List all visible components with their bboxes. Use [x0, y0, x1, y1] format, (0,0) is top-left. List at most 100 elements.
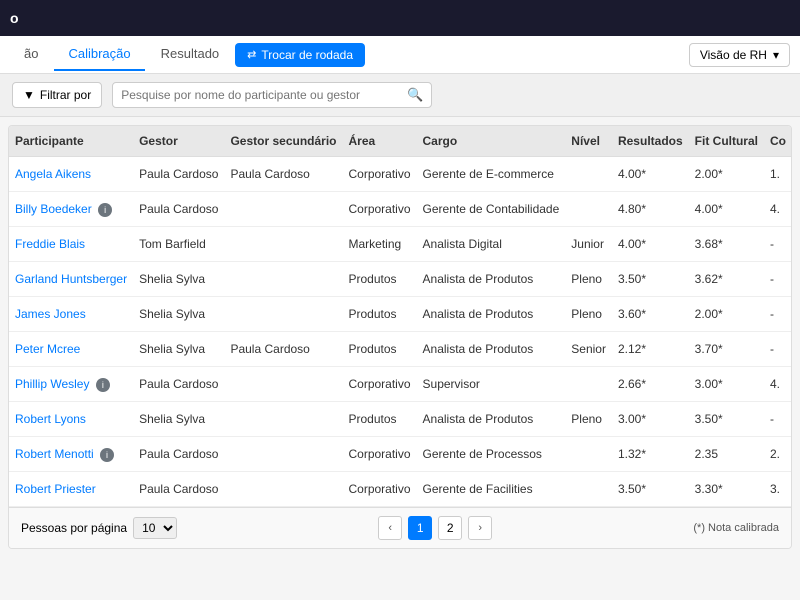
nivel-cell: [565, 367, 612, 402]
cargo-cell: Gerente de E-commerce: [417, 157, 566, 192]
col-header-cargo: Cargo: [417, 126, 566, 157]
fit-cell: 3.68*: [689, 227, 764, 262]
col-header-gestor: Gestor: [133, 126, 224, 157]
tab-calibracao[interactable]: Calibração: [54, 38, 144, 71]
fit-cell: 3.30*: [689, 472, 764, 507]
gestor-cell: Shelia Sylva: [133, 262, 224, 297]
search-icon: 🔍: [407, 87, 423, 103]
info-icon[interactable]: i: [96, 378, 110, 392]
pagination-bar: Pessoas por página 10 20 50 ‹ 1 2 › (*) …: [9, 507, 791, 548]
per-page-label: Pessoas por página: [21, 521, 127, 535]
gestor2-cell: [224, 227, 342, 262]
table-row: Billy Boedeker i Paula Cardoso Corporati…: [9, 192, 792, 227]
gestor-cell: Paula Cardoso: [133, 157, 224, 192]
tab-ao[interactable]: ão: [10, 38, 52, 71]
co-cell: -: [764, 297, 792, 332]
table-row: Robert Priester Paula Cardoso Corporativ…: [9, 472, 792, 507]
gestor2-cell: [224, 437, 342, 472]
co-cell: -: [764, 332, 792, 367]
area-cell: Produtos: [342, 297, 416, 332]
filtrar-button[interactable]: ▼ Filtrar por: [12, 82, 102, 108]
info-icon[interactable]: i: [100, 448, 114, 462]
co-cell: 2.: [764, 437, 792, 472]
resultados-cell: 1.32*: [612, 437, 689, 472]
search-input[interactable]: [121, 88, 407, 102]
area-cell: Marketing: [342, 227, 416, 262]
page-2-button[interactable]: 2: [438, 516, 462, 540]
gestor-cell: Paula Cardoso: [133, 437, 224, 472]
gestor-cell: Shelia Sylva: [133, 297, 224, 332]
nivel-cell: Senior: [565, 332, 612, 367]
cargo-cell: Supervisor: [417, 367, 566, 402]
participant-name[interactable]: Phillip Wesley: [15, 377, 89, 391]
participant-name[interactable]: Garland Huntsberger: [15, 272, 127, 286]
nivel-cell: [565, 192, 612, 227]
gestor2-cell: Paula Cardoso: [224, 332, 342, 367]
fit-cell: 3.00*: [689, 367, 764, 402]
fit-cell: 4.00*: [689, 192, 764, 227]
visao-dropdown[interactable]: Visão de RH ▾: [689, 43, 790, 67]
co-cell: 1.: [764, 157, 792, 192]
co-cell: -: [764, 227, 792, 262]
table-row: Freddie Blais Tom Barfield Marketing Ana…: [9, 227, 792, 262]
table-row: Angela Aikens Paula Cardoso Paula Cardos…: [9, 157, 792, 192]
tab-resultado[interactable]: Resultado: [147, 38, 234, 71]
nivel-cell: [565, 437, 612, 472]
gestor-cell: Shelia Sylva: [133, 332, 224, 367]
fit-cell: 3.70*: [689, 332, 764, 367]
area-cell: Corporativo: [342, 472, 416, 507]
participant-name[interactable]: Robert Lyons: [15, 412, 86, 426]
per-page-section: Pessoas por página 10 20 50: [21, 517, 177, 539]
gestor2-cell: [224, 472, 342, 507]
fit-cell: 3.62*: [689, 262, 764, 297]
resultados-cell: 3.50*: [612, 262, 689, 297]
participant-name[interactable]: Angela Aikens: [15, 167, 91, 181]
trocar-rodada-button[interactable]: ⇄ Trocar de rodada: [235, 43, 365, 67]
nivel-cell: Junior: [565, 227, 612, 262]
gestor-cell: Shelia Sylva: [133, 402, 224, 437]
cargo-cell: Analista de Produtos: [417, 402, 566, 437]
participant-name[interactable]: Robert Priester: [15, 482, 96, 496]
resultados-cell: 2.12*: [612, 332, 689, 367]
gestor2-cell: [224, 262, 342, 297]
table-row: Garland Huntsberger Shelia Sylva Produto…: [9, 262, 792, 297]
co-cell: 4.: [764, 367, 792, 402]
prev-page-button[interactable]: ‹: [378, 516, 402, 540]
logo: o: [10, 10, 19, 26]
participant-name[interactable]: James Jones: [15, 307, 86, 321]
nivel-cell: Pleno: [565, 402, 612, 437]
co-cell: -: [764, 402, 792, 437]
col-header-gestor2: Gestor secundário: [224, 126, 342, 157]
col-header-nivel: Nível: [565, 126, 612, 157]
cargo-cell: Gerente de Facilities: [417, 472, 566, 507]
fit-cell: 2.00*: [689, 157, 764, 192]
participant-name[interactable]: Peter Mcree: [15, 342, 80, 356]
area-cell: Produtos: [342, 332, 416, 367]
next-page-button[interactable]: ›: [468, 516, 492, 540]
page-1-button[interactable]: 1: [408, 516, 432, 540]
info-icon[interactable]: i: [98, 203, 112, 217]
participant-name[interactable]: Robert Menotti: [15, 447, 94, 461]
resultados-cell: 4.00*: [612, 157, 689, 192]
fit-cell: 2.00*: [689, 297, 764, 332]
col-header-co: Co: [764, 126, 792, 157]
col-header-participante: Participante: [9, 126, 133, 157]
swap-icon: ⇄: [247, 48, 256, 61]
gestor2-cell: [224, 402, 342, 437]
filter-icon: ▼: [23, 88, 35, 102]
gestor-cell: Paula Cardoso: [133, 472, 224, 507]
col-header-resultados: Resultados: [612, 126, 689, 157]
participant-name[interactable]: Freddie Blais: [15, 237, 85, 251]
table-row: Robert Menotti i Paula Cardoso Corporati…: [9, 437, 792, 472]
per-page-select[interactable]: 10 20 50: [133, 517, 177, 539]
nivel-cell: Pleno: [565, 262, 612, 297]
co-cell: 4.: [764, 192, 792, 227]
participants-table-container: Participante Gestor Gestor secundário Ár…: [8, 125, 792, 549]
resultados-cell: 4.00*: [612, 227, 689, 262]
area-cell: Corporativo: [342, 192, 416, 227]
participant-name[interactable]: Billy Boedeker: [15, 202, 92, 216]
resultados-cell: 3.50*: [612, 472, 689, 507]
nivel-cell: Pleno: [565, 297, 612, 332]
co-cell: -: [764, 262, 792, 297]
resultados-cell: 3.00*: [612, 402, 689, 437]
